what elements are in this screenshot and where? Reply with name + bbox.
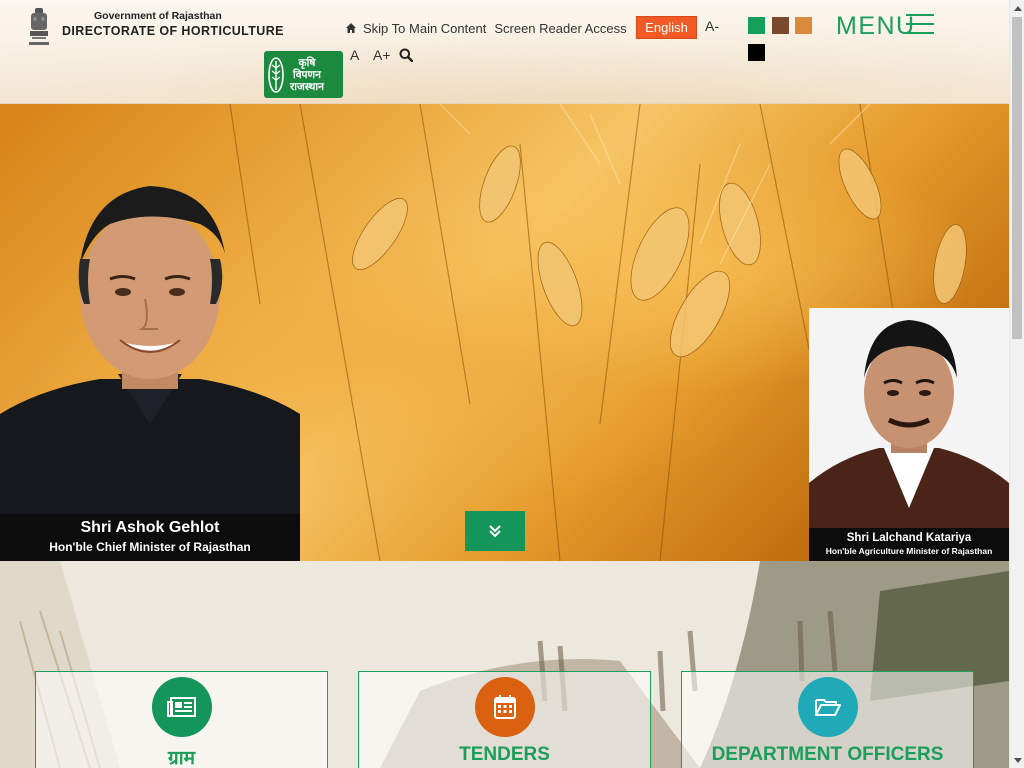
site-header: Government of Rajasthan DIRECTORATE OF H…: [0, 0, 1009, 104]
double-chevron-down-icon: [489, 525, 501, 538]
chief-minister-name: Shri Ashok Gehlot: [80, 519, 220, 536]
hamburger-menu-icon[interactable]: [906, 14, 934, 36]
gov-title: Government of Rajasthan: [94, 10, 222, 22]
triangle-down-icon: [1013, 757, 1022, 763]
home-icon: [346, 23, 356, 33]
hero-banner: Shri Ashok Gehlot Hon'ble Chief Minister…: [0, 104, 1009, 561]
quick-links-section: ग्राम TENDERS DEPARTMENT OFFICERS: [0, 561, 1009, 768]
agriculture-minister-role: Hon'ble Agriculture Minister of Rajastha…: [825, 546, 993, 556]
chief-minister-role: Hon'ble Chief Minister of Rajasthan: [49, 540, 251, 554]
department-officers-card-title: DEPARTMENT OFFICERS: [711, 744, 944, 765]
agriculture-minister-caption: Shri Lalchand Katariya Hon'ble Agricultu…: [809, 528, 1009, 561]
tenders-card-title: TENDERS: [459, 744, 550, 765]
gram-card-title: ग्राम: [168, 748, 195, 768]
folder-open-icon: [814, 699, 841, 716]
wheat-leaf-icon: [268, 56, 284, 93]
agriculture-minister-photo: [809, 308, 1009, 561]
chief-minister-photo: [0, 186, 300, 561]
triangle-up-icon: [1013, 5, 1022, 11]
font-normal-button[interactable]: A: [350, 47, 359, 63]
tenders-card[interactable]: TENDERS: [358, 671, 651, 768]
search-icon[interactable]: [399, 48, 413, 62]
dept-title[interactable]: DIRECTORATE OF HORTICULTURE: [62, 24, 284, 38]
state-emblem-icon: [29, 8, 49, 45]
tenders-card-circle: [474, 677, 535, 737]
theme-green-swatch[interactable]: [748, 17, 765, 34]
screen-reader-link[interactable]: Screen Reader Access: [494, 21, 626, 36]
gram-card[interactable]: ग्राम: [35, 671, 328, 768]
newspaper-icon: [166, 697, 196, 717]
vertical-scrollbar[interactable]: [1009, 0, 1024, 768]
scroll-down-button[interactable]: [465, 511, 525, 551]
accessibility-links: Skip To Main Content Screen Reader Acces…: [345, 19, 635, 37]
font-decrease-button[interactable]: A-: [705, 18, 719, 34]
krishi-logo-text: कृषि विपणन राजस्थान: [290, 56, 324, 93]
scroll-up-arrow[interactable]: [1010, 0, 1024, 15]
scroll-down-arrow[interactable]: [1010, 753, 1024, 768]
theme-orange-swatch[interactable]: [795, 17, 812, 34]
agriculture-minister-name: Shri Lalchand Katariya: [846, 532, 972, 544]
scrollbar-thumb[interactable]: [1012, 17, 1022, 339]
calendar-icon: [493, 695, 516, 719]
skip-to-main-link[interactable]: Skip To Main Content: [363, 21, 486, 36]
theme-black-swatch[interactable]: [748, 44, 765, 61]
chief-minister-caption: Shri Ashok Gehlot Hon'ble Chief Minister…: [0, 514, 300, 561]
department-officers-card[interactable]: DEPARTMENT OFFICERS: [681, 671, 974, 768]
language-button[interactable]: English: [636, 16, 697, 39]
krishi-vipanan-logo[interactable]: कृषि विपणन राजस्थान: [264, 51, 343, 98]
menu-label[interactable]: MENU: [836, 12, 916, 41]
gram-card-circle: [151, 677, 212, 737]
font-increase-button[interactable]: A+: [373, 47, 391, 63]
theme-brown-swatch[interactable]: [772, 17, 789, 34]
department-officers-card-circle: [797, 677, 858, 737]
